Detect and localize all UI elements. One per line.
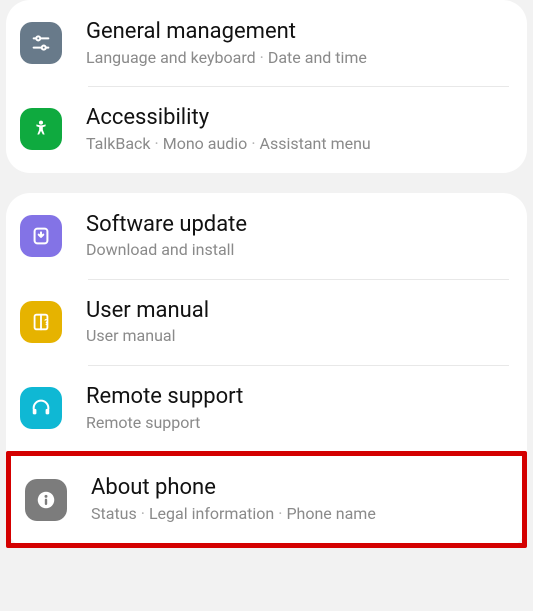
settings-group-2: Software update Download and install ? U… xyxy=(6,193,527,548)
item-subtitle: Status·Legal information·Phone name xyxy=(91,504,510,525)
item-text: Remote support Remote support xyxy=(86,383,515,433)
item-text: Accessibility TalkBack·Mono audio·Assist… xyxy=(86,104,515,154)
item-title: User manual xyxy=(86,297,515,325)
item-text: About phone Status·Legal information·Pho… xyxy=(91,474,510,524)
highlight-about-phone: About phone Status·Legal information·Pho… xyxy=(6,451,527,547)
item-remote-support[interactable]: Remote support Remote support xyxy=(6,365,527,451)
item-text: User manual User manual xyxy=(86,297,515,347)
item-title: General management xyxy=(86,18,515,46)
item-software-update[interactable]: Software update Download and install xyxy=(6,193,527,279)
headset-icon xyxy=(20,387,62,429)
item-subtitle: Remote support xyxy=(86,413,515,434)
item-general-management[interactable]: General management Language and keyboard… xyxy=(6,0,527,86)
item-subtitle: Language and keyboard·Date and time xyxy=(86,48,515,69)
info-icon xyxy=(25,479,67,521)
item-user-manual[interactable]: ? User manual User manual xyxy=(6,279,527,365)
item-accessibility[interactable]: Accessibility TalkBack·Mono audio·Assist… xyxy=(6,86,527,172)
settings-group-1: General management Language and keyboard… xyxy=(6,0,527,173)
item-title: Remote support xyxy=(86,383,515,411)
svg-text:?: ? xyxy=(44,318,48,328)
item-title: Accessibility xyxy=(86,104,515,132)
item-about-phone[interactable]: About phone Status·Legal information·Pho… xyxy=(11,456,522,542)
item-subtitle: User manual xyxy=(86,326,515,347)
item-text: General management Language and keyboard… xyxy=(86,18,515,68)
item-subtitle: TalkBack·Mono audio·Assistant menu xyxy=(86,134,515,155)
item-subtitle: Download and install xyxy=(86,240,515,261)
item-title: About phone xyxy=(91,474,510,502)
book-icon: ? xyxy=(20,301,62,343)
item-title: Software update xyxy=(86,211,515,239)
accessibility-icon xyxy=(20,108,62,150)
item-text: Software update Download and install xyxy=(86,211,515,261)
download-icon xyxy=(20,215,62,257)
sliders-icon xyxy=(20,22,62,64)
